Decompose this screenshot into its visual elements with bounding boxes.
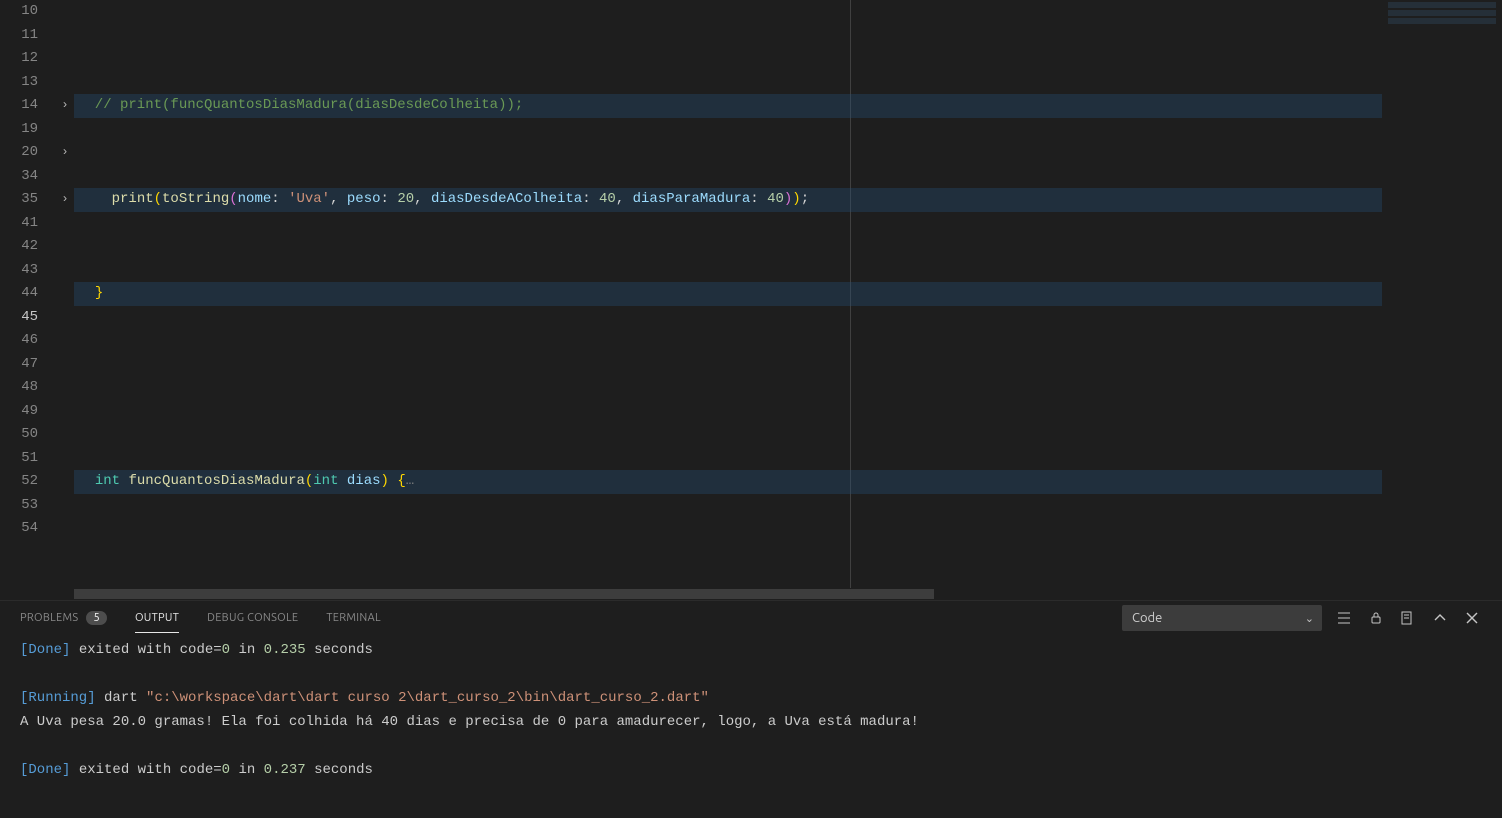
problems-badge: 5 <box>86 611 107 625</box>
line-number: 10 <box>0 0 38 24</box>
fold-gutter <box>56 447 74 471</box>
tab-label: PROBLEMS <box>20 612 78 624</box>
minimap[interactable] <box>1382 0 1502 588</box>
panel: PROBLEMS 5 OUTPUT DEBUG CONSOLE TERMINAL… <box>0 600 1502 818</box>
fold-column: › › › <box>56 0 74 588</box>
fold-gutter <box>56 517 74 541</box>
fold-gutter <box>56 212 74 236</box>
minimap-render <box>1388 2 1496 42</box>
fold-gutter <box>56 118 74 142</box>
maximize-panel-icon[interactable] <box>1430 608 1450 628</box>
scrollbar-thumb[interactable] <box>74 589 934 599</box>
code-line[interactable]: } <box>74 282 1382 306</box>
output-channel-select[interactable]: Code ⌄ <box>1122 605 1322 631</box>
tab-terminal[interactable]: TERMINAL <box>326 612 381 624</box>
fold-ellipsis[interactable]: … <box>406 473 414 489</box>
line-number: 44 <box>0 282 38 306</box>
fold-gutter <box>56 400 74 424</box>
fold-gutter <box>56 494 74 518</box>
chevron-down-icon: ⌄ <box>1305 612 1314 625</box>
code-line[interactable]: // print(funcQuantosDiasMadura(diasDesde… <box>74 94 1382 118</box>
line-number: 12 <box>0 47 38 71</box>
fold-gutter <box>56 353 74 377</box>
code-viewport[interactable]: // print(funcQuantosDiasMadura(diasDesde… <box>74 0 1382 588</box>
fold-gutter <box>56 376 74 400</box>
line-number: 49 <box>0 400 38 424</box>
gutter: 10 11 12 13 14 19 20 34 35 41 42 43 44 4… <box>0 0 56 588</box>
lock-scroll-icon[interactable] <box>1366 608 1386 628</box>
fold-gutter <box>56 423 74 447</box>
line-number: 50 <box>0 423 38 447</box>
comment: // print(funcQuantosDiasMadura(diasDesde… <box>78 97 523 113</box>
clear-output-icon[interactable] <box>1334 608 1354 628</box>
output-line: A Uva pesa 20.0 gramas! Ela foi colhida … <box>20 714 919 730</box>
fold-gutter <box>56 329 74 353</box>
fold-gutter <box>56 0 74 24</box>
select-value: Code <box>1132 611 1162 625</box>
line-number: 43 <box>0 259 38 283</box>
code-line[interactable]: print(toString(nome: 'Uva', peso: 20, di… <box>74 188 1382 212</box>
close-panel-icon[interactable] <box>1462 608 1482 628</box>
line-number: 42 <box>0 235 38 259</box>
line-number: 35 <box>0 188 38 212</box>
tab-output[interactable]: OUTPUT <box>135 612 179 624</box>
fold-toggle[interactable]: › <box>56 188 74 212</box>
line-number: 14 <box>0 94 38 118</box>
line-number: 52 <box>0 470 38 494</box>
line-number: 11 <box>0 24 38 48</box>
panel-actions: Code ⌄ <box>1122 605 1482 631</box>
open-log-icon[interactable] <box>1398 608 1418 628</box>
line-number: 53 <box>0 494 38 518</box>
line-number: 48 <box>0 376 38 400</box>
line-number: 20 <box>0 141 38 165</box>
line-number: 13 <box>0 71 38 95</box>
fold-toggle[interactable]: › <box>56 94 74 118</box>
fold-gutter <box>56 306 74 330</box>
tab-label: TERMINAL <box>326 612 381 624</box>
horizontal-scrollbar[interactable] <box>0 588 1502 600</box>
code-line[interactable] <box>74 564 1382 588</box>
fold-gutter <box>56 470 74 494</box>
line-number: 41 <box>0 212 38 236</box>
fold-toggle[interactable]: › <box>56 141 74 165</box>
code-line[interactable] <box>74 376 1382 400</box>
line-number: 34 <box>0 165 38 189</box>
fold-gutter <box>56 165 74 189</box>
code-line-folded[interactable]: int funcQuantosDiasMadura(int dias) {… <box>74 470 1382 494</box>
line-number: 47 <box>0 353 38 377</box>
line-number: 54 <box>0 517 38 541</box>
line-number: 46 <box>0 329 38 353</box>
line-number: 45 <box>0 306 38 330</box>
fold-gutter <box>56 47 74 71</box>
fold-gutter <box>56 24 74 48</box>
fold-gutter <box>56 235 74 259</box>
fold-gutter <box>56 71 74 95</box>
tab-problems[interactable]: PROBLEMS 5 <box>20 611 107 625</box>
panel-tabs: PROBLEMS 5 OUTPUT DEBUG CONSOLE TERMINAL… <box>0 601 1502 636</box>
tab-label: DEBUG CONSOLE <box>207 612 298 624</box>
output-body[interactable]: [Done] exited with code=0 in 0.235 secon… <box>0 636 1502 818</box>
line-number: 51 <box>0 447 38 471</box>
tab-label: OUTPUT <box>135 612 179 624</box>
editor-area: 10 11 12 13 14 19 20 34 35 41 42 43 44 4… <box>0 0 1502 588</box>
line-number: 19 <box>0 118 38 142</box>
fold-gutter <box>56 282 74 306</box>
tab-debug-console[interactable]: DEBUG CONSOLE <box>207 612 298 624</box>
fold-gutter <box>56 259 74 283</box>
